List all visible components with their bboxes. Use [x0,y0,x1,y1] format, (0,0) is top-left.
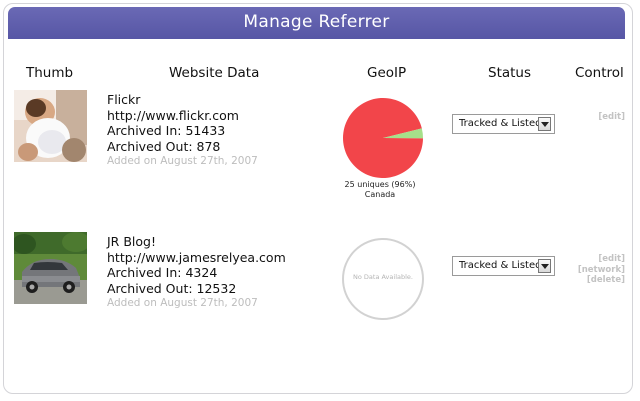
archived-in: Archived In: 4324 [107,265,218,280]
archived-out: Archived Out: 12532 [107,280,237,296]
site-url-link[interactable]: http://www.jamesrelyea.com [107,250,286,266]
delete-link[interactable]: [delete] [578,275,625,286]
column-header-website-data: Website Data [169,65,260,81]
network-link[interactable]: [network] [578,265,625,276]
edit-link[interactable]: [edit] [578,254,625,265]
archived-out: Archived Out: 878 [107,138,221,154]
panel-title: Manage Referrer [8,7,625,39]
flickr-controls: [edit] [598,112,625,123]
column-header-thumb: Thumb [26,65,74,81]
edit-link[interactable]: [edit] [598,112,625,123]
flickr-website-data: Flickr http://www.flickr.com Archived In… [107,92,258,170]
chevron-down-icon[interactable] [538,259,551,273]
jrblog-thumbnail[interactable] [14,232,87,304]
column-header-status: Status [488,65,532,81]
manage-referrer-panel [3,3,633,394]
archived-in: Archived In: 51433 [107,123,226,138]
chevron-down-icon[interactable] [538,117,551,131]
site-name: JR Blog! [107,234,156,249]
jrblog-status-select[interactable]: Tracked & Listed [452,256,555,276]
jrblog-controls: [edit] [network] [delete] [578,254,625,286]
flickr-status-select[interactable]: Tracked & Listed [452,114,555,134]
site-url-link[interactable]: http://www.flickr.com [107,108,258,124]
flickr-thumbnail[interactable] [14,90,87,162]
added-date: Added on August 27th, 2007 [107,155,258,167]
site-name: Flickr [107,92,141,107]
no-data-text: No Data Available. [353,273,413,281]
status-selected-value: Tracked & Listed [459,260,542,271]
column-header-control: Control [575,65,624,81]
column-header-geoip: GeoIP [367,65,407,81]
added-date: Added on August 27th, 2007 [107,297,258,309]
geo-uniques-text: 25 uniques (96%) [344,180,416,189]
status-selected-value: Tracked & Listed [459,118,542,129]
jrblog-website-data: JR Blog! http://www.jamesrelyea.com Arch… [107,234,286,312]
geo-country-text: Canada [364,190,396,199]
flickr-geoip-pie-chart [343,98,423,179]
flickr-geoip-caption: 25 uniques (96%) Canada [330,180,430,200]
